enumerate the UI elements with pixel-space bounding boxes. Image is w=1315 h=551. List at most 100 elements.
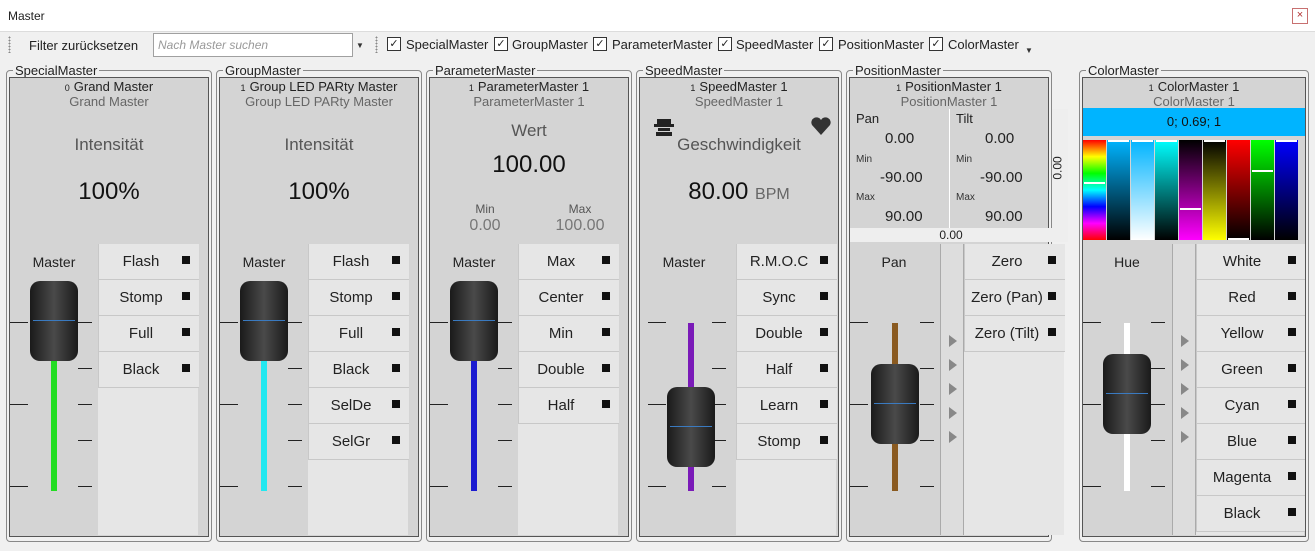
saturation-marker[interactable] (1108, 140, 1129, 142)
blue-marker[interactable] (1276, 140, 1297, 142)
max-label: Max (568, 202, 592, 216)
toolbar-overflow-icon[interactable]: ▼ (1025, 46, 1033, 55)
stomp-button[interactable]: Stomp (308, 280, 409, 316)
arrow-right-icon[interactable] (949, 431, 957, 443)
filter-group-checkbox[interactable]: ✓ (494, 37, 508, 51)
arrow-right-icon[interactable] (1181, 359, 1189, 371)
filter-position-checkbox[interactable]: ✓ (819, 37, 833, 51)
magenta-strip[interactable] (1179, 140, 1202, 240)
black-button[interactable]: Black (98, 352, 199, 388)
red-button[interactable]: Red (1196, 280, 1305, 316)
cyan-button[interactable]: Cyan (1196, 388, 1305, 424)
fader-knob[interactable] (450, 281, 498, 361)
red-marker[interactable] (1228, 238, 1249, 240)
fader-tick (78, 440, 92, 441)
blue-strip[interactable] (1275, 140, 1298, 240)
green-strip[interactable] (1251, 140, 1274, 240)
green-marker[interactable] (1252, 170, 1273, 172)
pan-scroll-strip[interactable]: 0.00 (850, 228, 1052, 242)
filter-special-checkbox[interactable]: ✓ (387, 37, 401, 51)
flash-button[interactable]: Flash (308, 244, 409, 280)
arrow-right-icon[interactable] (949, 335, 957, 347)
tilt-scroll-strip[interactable]: 0.00 (1051, 109, 1068, 242)
select-group-button[interactable]: SelGr (308, 424, 409, 460)
detective-icon[interactable] (654, 116, 674, 136)
half-button[interactable]: Half (736, 352, 837, 388)
stomp-button[interactable]: Stomp (98, 280, 199, 316)
sync-button[interactable]: Sync (736, 280, 837, 316)
selgr-indicator (392, 436, 400, 444)
magenta-marker[interactable] (1180, 208, 1201, 210)
select-deselect-button[interactable]: SelDe (308, 388, 409, 424)
blue-button[interactable]: Blue (1196, 424, 1305, 460)
arrow-right-icon[interactable] (1181, 335, 1189, 347)
filter-special-label[interactable]: SpecialMaster (406, 37, 488, 52)
yellow-marker[interactable] (1204, 140, 1225, 142)
zero-pan-button[interactable]: Zero (Pan) (964, 280, 1065, 316)
toolbar-grip-icon[interactable] (375, 36, 378, 53)
filter-color-checkbox[interactable]: ✓ (929, 37, 943, 51)
center-button[interactable]: Center (518, 280, 619, 316)
filter-speed-label[interactable]: SpeedMaster (736, 37, 813, 52)
hue-strip[interactable] (1083, 140, 1106, 240)
double-button[interactable]: Double (736, 316, 837, 352)
double-button[interactable]: Double (518, 352, 619, 388)
arrow-right-icon[interactable] (1181, 431, 1189, 443)
red-strip[interactable] (1227, 140, 1250, 240)
brightness-strip[interactable] (1131, 140, 1154, 240)
min-button[interactable]: Min (518, 316, 619, 352)
filter-position-label[interactable]: PositionMaster (838, 37, 924, 52)
max-button[interactable]: Max (518, 244, 619, 280)
filter-parameter-checkbox[interactable]: ✓ (593, 37, 607, 51)
saturation-strip[interactable] (1107, 140, 1130, 240)
full-button[interactable]: Full (98, 316, 199, 352)
fader-knob[interactable] (240, 281, 288, 361)
fader-knob[interactable] (1103, 354, 1151, 434)
yellow-button[interactable]: Yellow (1196, 316, 1305, 352)
hue-marker[interactable] (1084, 182, 1105, 184)
preset-arrow-column (940, 244, 964, 535)
fader-knob[interactable] (871, 364, 919, 444)
fader-tick (1151, 322, 1165, 323)
search-dropdown-icon[interactable]: ▼ (356, 41, 364, 50)
filter-speed-checkbox[interactable]: ✓ (718, 37, 732, 51)
zero-tilt-button[interactable]: Zero (Tilt) (964, 316, 1065, 352)
learn-button[interactable]: Learn (736, 388, 837, 424)
black-button[interactable]: Black (308, 352, 409, 388)
search-input[interactable]: Nach Master suchen (153, 33, 353, 57)
rmoc-button[interactable]: R.M.O.C (736, 244, 837, 280)
arrow-right-icon[interactable] (949, 359, 957, 371)
button-column: R.M.O.C Sync Double Half Learn Stomp (736, 244, 837, 535)
flash-button[interactable]: Flash (98, 244, 199, 280)
arrow-right-icon[interactable] (1181, 383, 1189, 395)
cyan-strip[interactable] (1155, 140, 1178, 240)
magenta-button[interactable]: Magenta (1196, 460, 1305, 496)
filter-reset-button[interactable]: Filter zurücksetzen (29, 38, 138, 53)
brightness-marker[interactable] (1132, 140, 1153, 142)
half-button[interactable]: Half (518, 388, 619, 424)
black-button[interactable]: Black (1196, 496, 1305, 532)
zero-tilt-button-label: Zero (Tilt) (974, 325, 1040, 342)
master-value: 100.00 (492, 151, 566, 178)
cyan-marker[interactable] (1156, 140, 1177, 142)
zero-button[interactable]: Zero (964, 244, 1065, 280)
close-button[interactable]: × (1292, 8, 1308, 24)
filter-group-label[interactable]: GroupMaster (512, 37, 588, 52)
fader-tick (78, 322, 92, 323)
yellow-strip[interactable] (1203, 140, 1226, 240)
full-button[interactable]: Full (308, 316, 409, 352)
flash-button-label: Flash (122, 253, 160, 270)
arrow-right-icon[interactable] (949, 407, 957, 419)
green-button[interactable]: Green (1196, 352, 1305, 388)
arrow-right-icon[interactable] (1181, 407, 1189, 419)
filter-color-label[interactable]: ColorMaster (948, 37, 1019, 52)
filter-parameter-label[interactable]: ParameterMaster (612, 37, 712, 52)
white-button[interactable]: White (1196, 244, 1305, 280)
arrow-right-icon[interactable] (949, 383, 957, 395)
toolbar-grip-icon[interactable] (8, 36, 11, 53)
fader-knob[interactable] (667, 387, 715, 467)
fader-knob[interactable] (30, 281, 78, 361)
stomp-button[interactable]: Stomp (736, 424, 837, 460)
heart-icon[interactable] (810, 116, 832, 136)
selde-indicator (392, 400, 400, 408)
